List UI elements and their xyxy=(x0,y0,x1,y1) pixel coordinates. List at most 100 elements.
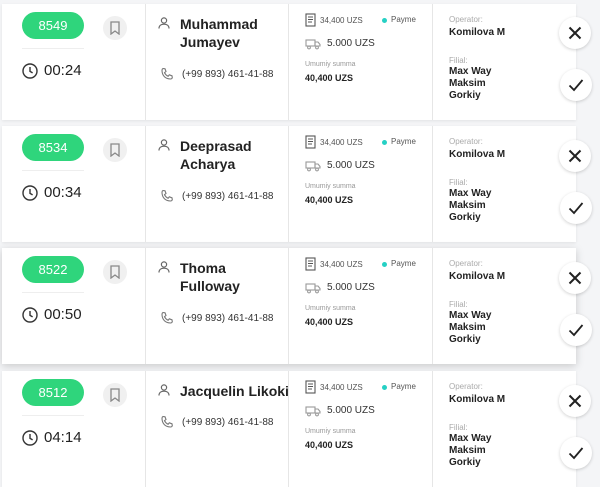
total-amount: 40,400 UZS xyxy=(305,73,354,83)
payment-column: 34,400 UZS Payme 5.000 UZS Umumiy summa … xyxy=(288,126,433,242)
operator-label: Operator: xyxy=(449,382,483,391)
order-number-badge[interactable]: 8534 xyxy=(22,134,84,161)
operator-name: Komilova M xyxy=(449,27,506,38)
reject-order-button[interactable] xyxy=(559,140,591,172)
payment-column: 34,400 UZS Payme 5.000 UZS Umumiy summa … xyxy=(288,4,433,120)
filial-name: Max Way Maksim Gorkiy xyxy=(449,66,492,101)
payment-method: Payme xyxy=(391,259,416,268)
bookmark-icon xyxy=(110,265,120,279)
delivery-fee: 5.000 UZS xyxy=(327,282,375,293)
check-icon xyxy=(568,202,584,215)
reject-order-button[interactable] xyxy=(559,262,591,294)
payment-status-dot xyxy=(382,262,387,267)
operator-column: Operator: Komilova M Filial: Max Way Mak… xyxy=(432,248,577,364)
receipt-icon xyxy=(305,13,316,27)
order-amount: 34,400 UZS xyxy=(320,260,363,269)
phone-icon xyxy=(161,67,173,80)
operator-column: Operator: Komilova M Filial: Max Way Mak… xyxy=(432,371,577,487)
order-status-column: 8512 04:14 xyxy=(2,371,145,487)
accept-order-button[interactable] xyxy=(560,437,592,469)
delivery-fee: 5.000 UZS xyxy=(327,405,375,416)
person-icon xyxy=(158,261,170,273)
phone-icon xyxy=(161,189,173,202)
customer-phone[interactable]: (+99 893) 461-41-88 xyxy=(182,417,273,428)
customer-column: Deeprasad Acharya (+99 893) 461-41-88 xyxy=(145,126,289,242)
order-number-badge[interactable]: 8512 xyxy=(22,379,84,406)
order-timer: 00:24 xyxy=(44,62,82,79)
payment-method: Payme xyxy=(391,137,416,146)
total-amount: 40,400 UZS xyxy=(305,195,354,205)
operator-column: Operator: Komilova M Filial: Max Way Mak… xyxy=(432,4,577,120)
receipt-icon xyxy=(305,257,316,271)
customer-phone[interactable]: (+99 893) 461-41-88 xyxy=(182,69,273,80)
order-number-badge[interactable]: 8522 xyxy=(22,256,84,283)
order-amount: 34,400 UZS xyxy=(320,16,363,25)
phone-icon xyxy=(161,415,173,428)
clock-icon xyxy=(22,430,38,446)
check-icon xyxy=(568,79,584,92)
operator-label: Operator: xyxy=(449,259,483,268)
customer-name: Muhammad Jumayev xyxy=(180,16,258,50)
bookmark-button[interactable] xyxy=(103,383,127,407)
phone-icon xyxy=(161,311,173,324)
payment-status-dot xyxy=(382,18,387,23)
delivery-fee: 5.000 UZS xyxy=(327,38,375,49)
order-card[interactable]: 8549 00:24 Muhammad Jumayev (+99 893) 46… xyxy=(2,4,576,120)
order-card[interactable]: 8522 00:50 Thoma Fulloway (+99 893) 461-… xyxy=(2,248,576,364)
accept-order-button[interactable] xyxy=(560,69,592,101)
customer-column: Thoma Fulloway (+99 893) 461-41-88 xyxy=(145,248,289,364)
order-amount: 34,400 UZS xyxy=(320,383,363,392)
accept-order-button[interactable] xyxy=(560,314,592,346)
total-label: Umumiy summa xyxy=(305,305,356,312)
filial-label: Filial: xyxy=(449,178,468,187)
delivery-fee: 5.000 UZS xyxy=(327,160,375,171)
bookmark-button[interactable] xyxy=(103,16,127,40)
truck-icon xyxy=(305,161,321,172)
filial-label: Filial: xyxy=(449,56,468,65)
bookmark-button[interactable] xyxy=(103,260,127,284)
clock-icon xyxy=(22,63,38,79)
operator-name: Komilova M xyxy=(449,149,506,160)
truck-icon xyxy=(305,406,321,417)
bookmark-button[interactable] xyxy=(103,138,127,162)
person-icon xyxy=(158,139,170,151)
filial-name: Max Way Maksim Gorkiy xyxy=(449,310,492,345)
customer-column: Muhammad Jumayev (+99 893) 461-41-88 xyxy=(145,4,289,120)
clock-icon xyxy=(22,185,38,201)
customer-column: Jacquelin Likoki (+99 893) 461-41-88 xyxy=(145,371,289,487)
total-label: Umumiy summa xyxy=(305,183,356,190)
payment-method: Payme xyxy=(391,382,416,391)
total-amount: 40,400 UZS xyxy=(305,440,354,450)
order-number-badge[interactable]: 8549 xyxy=(22,12,84,39)
check-icon xyxy=(568,324,584,337)
total-label: Umumiy summa xyxy=(305,61,356,68)
reject-order-button[interactable] xyxy=(559,385,591,417)
reject-order-button[interactable] xyxy=(559,17,591,49)
customer-name: Jacquelin Likoki xyxy=(180,383,289,399)
order-card[interactable]: 8534 00:34 Deeprasad Acharya (+99 893) 4… xyxy=(2,126,576,242)
order-timer: 00:34 xyxy=(44,184,82,201)
close-icon xyxy=(568,26,582,40)
payment-status-dot xyxy=(382,385,387,390)
order-card[interactable]: 8512 04:14 Jacquelin Likoki (+99 893) 46… xyxy=(2,371,576,487)
truck-icon xyxy=(305,283,321,294)
total-label: Umumiy summa xyxy=(305,428,356,435)
payment-column: 34,400 UZS Payme 5.000 UZS Umumiy summa … xyxy=(288,248,433,364)
filial-label: Filial: xyxy=(449,300,468,309)
filial-label: Filial: xyxy=(449,423,468,432)
order-status-column: 8549 00:24 xyxy=(2,4,145,120)
close-icon xyxy=(568,394,582,408)
customer-name: Thoma Fulloway xyxy=(180,260,240,294)
accept-order-button[interactable] xyxy=(560,192,592,224)
total-amount: 40,400 UZS xyxy=(305,317,354,327)
payment-column: 34,400 UZS Payme 5.000 UZS Umumiy summa … xyxy=(288,371,433,487)
bookmark-icon xyxy=(110,388,120,402)
order-status-column: 8534 00:34 xyxy=(2,126,145,242)
customer-phone[interactable]: (+99 893) 461-41-88 xyxy=(182,313,273,324)
receipt-icon xyxy=(305,380,316,394)
operator-name: Komilova M xyxy=(449,394,506,405)
operator-column: Operator: Komilova M Filial: Max Way Mak… xyxy=(432,126,577,242)
customer-phone[interactable]: (+99 893) 461-41-88 xyxy=(182,191,273,202)
divider xyxy=(22,48,84,49)
filial-name: Max Way Maksim Gorkiy xyxy=(449,433,492,468)
